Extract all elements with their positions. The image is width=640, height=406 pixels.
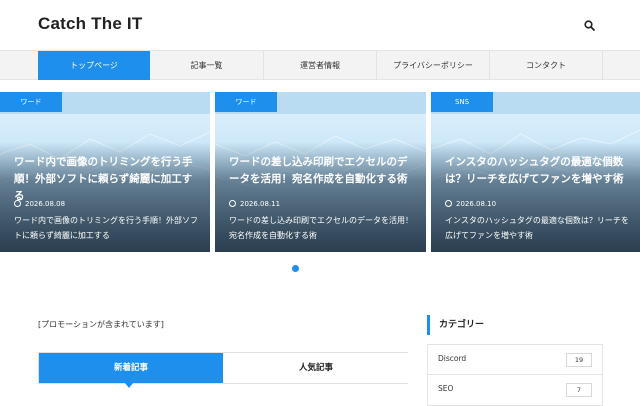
category-item-seo[interactable]: SEO 7 — [428, 375, 602, 405]
nav-item-articles[interactable]: 記事一覧 — [150, 51, 263, 80]
card-date: 2026.08.08 — [14, 200, 65, 208]
site-header: Catch The IT — [0, 0, 640, 50]
card-title[interactable]: ワードの差し込み印刷でエクセルのデータを活用！宛名作成を自動化する術 — [229, 154, 411, 188]
sidebar-category-heading: カテゴリー — [427, 315, 603, 335]
category-item-discord[interactable]: Discord 19 — [428, 345, 602, 375]
card-date-text: 2026.08.08 — [25, 200, 66, 208]
article-tabs: 新着記事 人気記事 — [38, 352, 408, 388]
category-badge[interactable]: ワード — [215, 92, 277, 112]
category-badge[interactable]: ワード — [0, 92, 62, 112]
category-list: Discord 19 SEO 7 — [427, 344, 603, 406]
slider-card[interactable]: ワード ワードの差し込み印刷でエクセルのデータを活用！宛名作成を自動化する術 2… — [215, 92, 426, 252]
nav-divider — [602, 51, 640, 80]
active-tab-indicator — [125, 383, 133, 388]
category-name: SEO — [438, 384, 454, 393]
nav-item-privacy[interactable]: プライバシーポリシー — [376, 51, 489, 80]
site-title[interactable]: Catch The IT — [38, 14, 142, 34]
card-date: 2026.08.10 — [445, 200, 496, 208]
clock-icon — [229, 200, 236, 207]
card-title[interactable]: ワード内で画像のトリミングを行う手順！外部ソフトに頼らず綺麗に加工する — [14, 154, 196, 205]
category-name: Discord — [438, 354, 467, 363]
clock-icon — [445, 200, 452, 207]
nav-item-top[interactable]: トップページ — [38, 51, 150, 80]
search-icon[interactable] — [583, 18, 597, 32]
category-count: 19 — [566, 353, 592, 367]
clock-icon — [14, 200, 21, 207]
nav-item-about[interactable]: 運営者情報 — [263, 51, 376, 80]
nav-item-contact[interactable]: コンタクト — [489, 51, 602, 80]
promo-notice: [プロモーションが含まれています] — [38, 320, 164, 329]
featured-slider: ワード ワード内で画像のトリミングを行う手順！外部ソフトに頼らず綺麗に加工する … — [0, 92, 640, 254]
category-count: 7 — [566, 383, 592, 397]
card-excerpt: インスタのハッシュタグの最適な個数は？リーチを広げてファンを増やす術 — [445, 216, 629, 240]
slider-pagination-dot[interactable] — [292, 265, 299, 272]
tab-popular-articles[interactable]: 人気記事 — [224, 353, 408, 383]
card-date-text: 2026.08.11 — [240, 200, 281, 208]
category-badge[interactable]: SNS — [431, 92, 493, 112]
slider-card[interactable]: SNS インスタのハッシュタグの最適な個数は？リーチを広げてファンを増やす術 2… — [431, 92, 640, 252]
tab-new-articles[interactable]: 新着記事 — [39, 353, 223, 383]
card-excerpt: ワードの差し込み印刷でエクセルのデータを活用！宛名作成を自動化する術 — [229, 216, 413, 240]
card-title[interactable]: インスタのハッシュタグの最適な個数は？リーチを広げてファンを増やす術 — [445, 154, 627, 188]
main-nav: トップページ 記事一覧 運営者情報 プライバシーポリシー コンタクト — [0, 50, 640, 80]
card-excerpt: ワード内で画像のトリミングを行う手順！外部ソフトに頼らず綺麗に加工する — [14, 216, 198, 240]
card-date: 2026.08.11 — [229, 200, 280, 208]
slider-card[interactable]: ワード ワード内で画像のトリミングを行う手順！外部ソフトに頼らず綺麗に加工する … — [0, 92, 210, 252]
card-date-text: 2026.08.10 — [456, 200, 497, 208]
